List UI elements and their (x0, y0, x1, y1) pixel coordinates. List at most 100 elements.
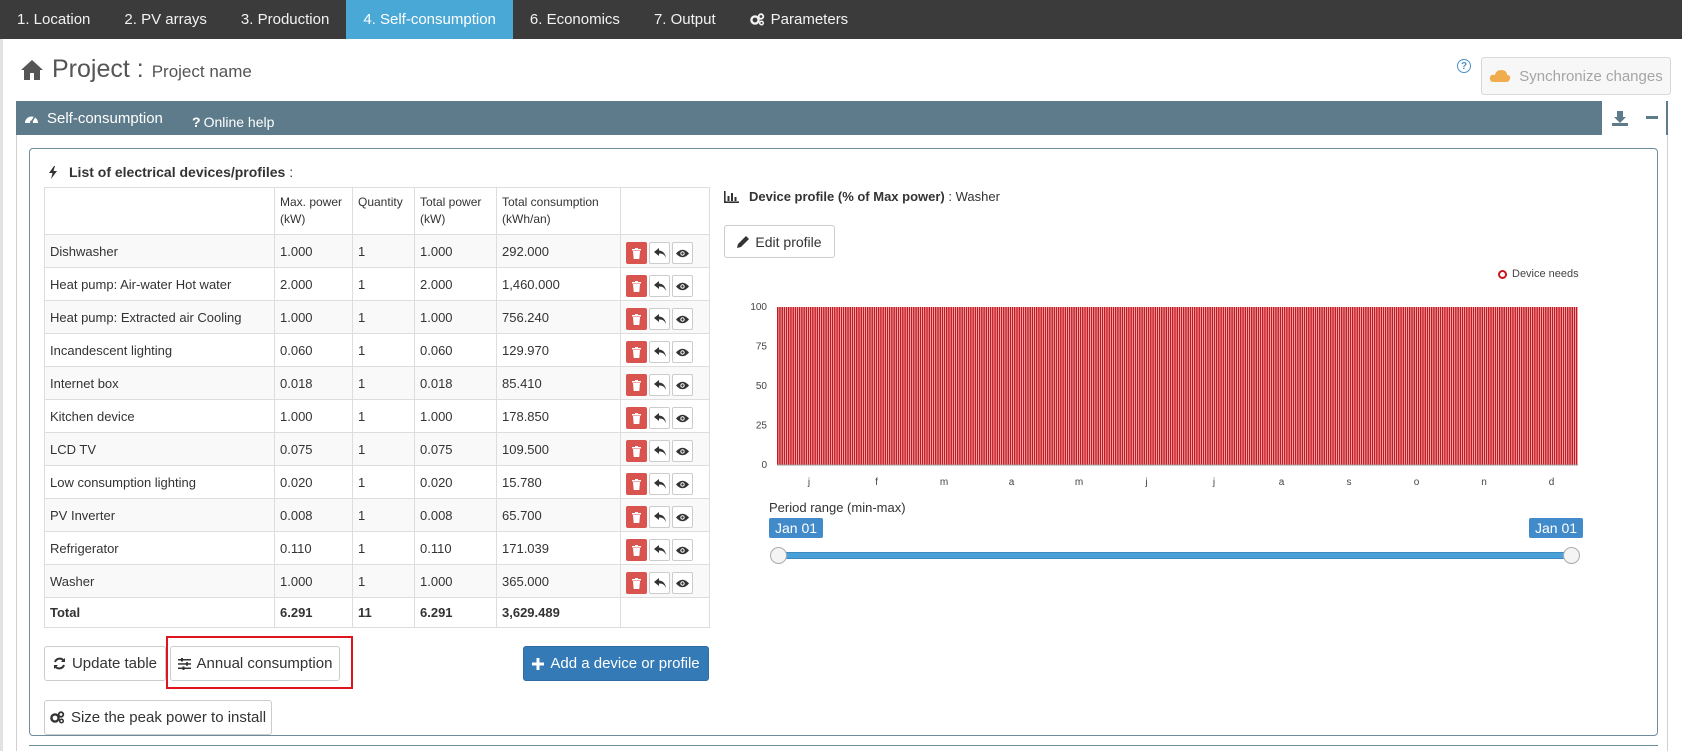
view-button[interactable] (672, 341, 693, 363)
undo-button[interactable] (649, 341, 670, 363)
delete-button[interactable] (626, 539, 647, 561)
bar (1031, 307, 1034, 465)
delete-button[interactable] (626, 374, 647, 396)
delete-button[interactable] (626, 440, 647, 462)
delete-button[interactable] (626, 572, 647, 594)
bar (1049, 307, 1051, 465)
period-slider-track[interactable] (777, 552, 1572, 559)
delete-button[interactable] (626, 506, 647, 528)
bar (899, 307, 902, 465)
undo-button[interactable] (649, 407, 670, 429)
bar (1305, 307, 1308, 465)
bar (945, 307, 948, 465)
quantity-cell: 1 (352, 399, 415, 433)
max-power-cell: 0.020 (274, 465, 353, 499)
delete-button[interactable] (626, 341, 647, 363)
bar (1340, 307, 1343, 465)
slider-handle-max[interactable] (1563, 547, 1580, 564)
bar (1466, 307, 1468, 465)
undo-button[interactable] (649, 440, 670, 462)
x-tick-label: f (875, 477, 878, 488)
synchronize-button[interactable]: Synchronize changes (1481, 57, 1671, 95)
view-button[interactable] (672, 572, 693, 594)
bar (1033, 307, 1036, 465)
undo-button[interactable] (649, 539, 670, 561)
table-row: PV Inverter 0.008 1 0.008 65.700 (44, 498, 710, 532)
delete-button[interactable] (626, 407, 647, 429)
view-button[interactable] (672, 539, 693, 561)
tab-label: 7. Output (653, 11, 716, 28)
view-button[interactable] (672, 308, 693, 330)
tab-pv-arrays[interactable]: 2. PV arrays (107, 0, 224, 39)
undo-button[interactable] (649, 308, 670, 330)
bar (1134, 307, 1137, 465)
bar (1084, 307, 1086, 465)
view-button[interactable] (672, 275, 693, 297)
view-button[interactable] (672, 374, 693, 396)
view-button[interactable] (672, 440, 693, 462)
bar (1540, 307, 1543, 465)
bar (891, 307, 893, 465)
bar (1411, 307, 1413, 465)
delete-button[interactable] (626, 308, 647, 330)
total-quantity-cell: 11 (352, 597, 415, 628)
update-table-button[interactable]: Update table (44, 646, 166, 681)
max-power-cell: 1.000 (274, 300, 353, 334)
view-button[interactable] (672, 242, 693, 264)
add-device-button[interactable]: Add a device or profile (523, 646, 709, 681)
tab-output[interactable]: 7. Output (637, 0, 733, 39)
bar (1062, 307, 1064, 465)
device-list-title-text: List of electrical devices/profiles (69, 164, 286, 180)
view-button[interactable] (672, 407, 693, 429)
bar (1101, 307, 1104, 465)
undo-button[interactable] (649, 572, 670, 594)
slider-handle-min[interactable] (770, 547, 787, 564)
bar (1450, 307, 1453, 465)
tab-location[interactable]: 1. Location (0, 0, 107, 39)
delete-button[interactable] (626, 275, 647, 297)
y-tick-label: 25 (756, 421, 768, 432)
bar (820, 307, 823, 465)
bar (895, 307, 898, 465)
bar (1336, 307, 1339, 465)
bar (948, 307, 950, 465)
online-help-link[interactable]: ? Online help (192, 114, 274, 130)
project-name[interactable]: Project name (152, 62, 252, 82)
tab-self-consumption[interactable]: 4. Self-consumption (346, 0, 513, 39)
tab-production[interactable]: 3. Production (224, 0, 346, 39)
bar (1402, 307, 1405, 465)
tab-economics[interactable]: 6. Economics (513, 0, 637, 39)
bar (1562, 307, 1565, 465)
size-peak-power-button[interactable]: Size the peak power to install (44, 700, 272, 735)
bar (1185, 307, 1187, 465)
bar (1068, 307, 1071, 465)
x-tick-label: a (1279, 477, 1285, 488)
delete-button[interactable] (626, 242, 647, 264)
download-button[interactable] (1602, 101, 1638, 135)
undo-button[interactable] (649, 242, 670, 264)
device-profile-title: Device profile (% of Max power) : Washer (724, 189, 1000, 204)
total-consumption-cell: 65.700 (496, 498, 621, 532)
bar (818, 307, 821, 465)
minimize-button[interactable] (1638, 101, 1666, 135)
help-icon[interactable]: ? (1457, 59, 1471, 73)
y-tick-label: 50 (756, 381, 768, 392)
undo-button[interactable] (649, 374, 670, 396)
edit-profile-button[interactable]: Edit profile (724, 225, 835, 258)
bar (1444, 307, 1446, 465)
undo-button[interactable] (649, 473, 670, 495)
delete-button[interactable] (626, 473, 647, 495)
bar (1330, 307, 1332, 465)
view-button[interactable] (672, 506, 693, 528)
bar (1325, 307, 1328, 465)
actions-cell (620, 432, 710, 466)
devices-table: Max. power (kW) Quantity Total power (kW… (44, 187, 710, 628)
bar (906, 307, 909, 465)
view-button[interactable] (672, 473, 693, 495)
bar (834, 307, 836, 465)
undo-button[interactable] (649, 506, 670, 528)
table-row: Low consumption lighting 0.020 1 0.020 15.78… (44, 465, 710, 499)
tab-parameters[interactable]: Parameters (733, 0, 866, 39)
bar (913, 307, 915, 465)
undo-button[interactable] (649, 275, 670, 297)
